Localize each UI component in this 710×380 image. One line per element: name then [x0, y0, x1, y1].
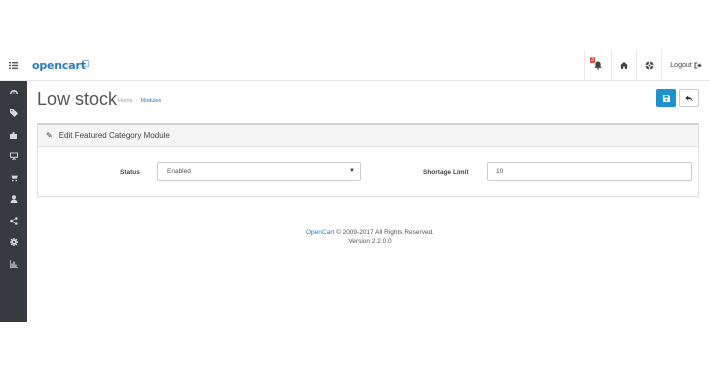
back-button[interactable]	[679, 89, 699, 107]
sidebar-item-customers[interactable]	[0, 189, 27, 211]
home-icon	[620, 62, 628, 69]
notification-badge: 3	[590, 57, 595, 63]
opencart-logo[interactable]: opencart	[32, 59, 86, 72]
footer-opencart-link[interactable]: OpenCart	[306, 229, 334, 236]
caret-down-icon: ▼	[349, 168, 355, 174]
status-select-value: Enabled	[167, 168, 191, 175]
dashboard-icon	[9, 89, 18, 94]
logout-button[interactable]: Logout	[661, 50, 710, 81]
notifications-button[interactable]: 3	[584, 50, 611, 81]
save-icon	[662, 94, 670, 102]
panel-title: Edit Featured Category Module	[58, 131, 170, 140]
sidebar-item-reports[interactable]	[0, 253, 27, 275]
footer-version: Version 2.2.0.0	[348, 238, 392, 245]
shortage-limit-label: Shortage Limit	[423, 169, 469, 176]
header-actions: 3 Logout	[584, 50, 710, 81]
breadcrumb-home[interactable]: Home	[118, 98, 133, 104]
save-button[interactable]	[656, 89, 676, 107]
reply-icon	[685, 95, 693, 101]
logout-label: Logout	[670, 62, 692, 69]
user-icon	[10, 195, 17, 204]
desktop-icon	[9, 152, 18, 160]
sign-out-icon	[694, 62, 702, 69]
pencil-icon: ✎	[46, 131, 53, 140]
sidebar	[0, 81, 27, 322]
status-label: Status	[120, 169, 140, 176]
breadcrumb: Home › Modules	[118, 98, 161, 104]
status-select[interactable]: Enabled ▼	[157, 162, 361, 181]
edit-module-panel: ✎ Edit Featured Category Module Status E…	[37, 123, 699, 197]
bell-icon	[594, 61, 602, 70]
sidebar-item-design[interactable]	[0, 146, 27, 168]
top-header: opencart ⧠ 3 Logout	[0, 50, 710, 81]
shortage-limit-input[interactable]: 10	[487, 162, 692, 181]
breadcrumb-modules[interactable]: Modules	[141, 98, 162, 104]
sidebar-item-catalog[interactable]	[0, 103, 27, 125]
cart-icon	[9, 174, 18, 182]
footer: OpenCart © 2009-2017 All Rights Reserved…	[0, 228, 710, 246]
admin-page: opencart ⧠ 3 Logout Low stock Home › Mod…	[0, 0, 710, 380]
logo-cart-icon: ⧠	[82, 59, 90, 69]
sidebar-item-dashboard[interactable]	[0, 81, 27, 103]
bar-chart-icon	[9, 259, 18, 268]
shortage-limit-value: 10	[496, 168, 504, 175]
panel-heading: ✎ Edit Featured Category Module	[38, 125, 698, 147]
store-front-button[interactable]	[636, 50, 661, 81]
share-icon	[9, 216, 18, 225]
sidebar-item-sales[interactable]	[0, 167, 27, 189]
puzzle-icon	[9, 131, 17, 139]
footer-copyright-line: OpenCart © 2009-2017 All Rights Reserved…	[0, 228, 710, 237]
sidebar-item-extensions[interactable]	[0, 124, 27, 146]
tag-icon	[9, 109, 18, 118]
page-title: Low stock	[37, 89, 118, 109]
home-button[interactable]	[611, 50, 636, 81]
footer-copyright: © 2009-2017 All Rights Reserved.	[334, 229, 434, 236]
life-ring-icon	[645, 61, 653, 70]
breadcrumb-separator: ›	[135, 98, 138, 104]
menu-toggle-icon[interactable]	[0, 50, 27, 81]
